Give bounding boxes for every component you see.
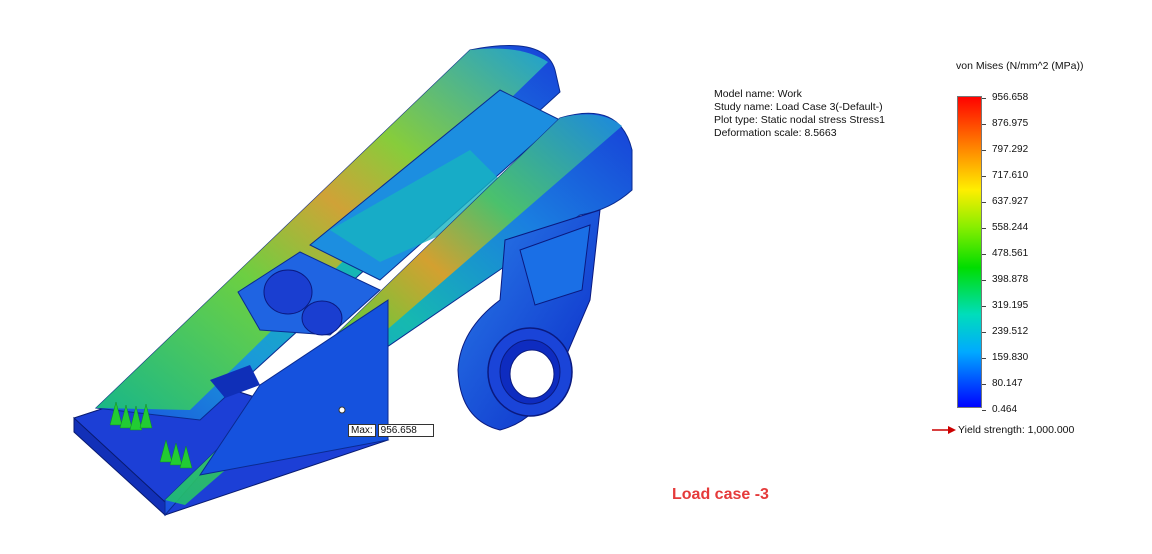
colorbar-tick-label: 876.975	[992, 118, 1029, 129]
yield-strength-label: Yield strength: 1,000.000	[958, 424, 1075, 436]
colorbar	[957, 96, 982, 408]
colorbar-tick-mark	[982, 410, 986, 411]
colorbar-tick-label: 637.927	[992, 196, 1029, 207]
model-info: Model name: Work Study name: Load Case 3…	[714, 88, 885, 140]
colorbar-tick-label: 558.244	[992, 222, 1029, 233]
colorbar-tick-label: 717.610	[992, 170, 1029, 181]
deformation-scale: Deformation scale: 8.5663	[714, 127, 837, 139]
colorbar-tick-label: 797.292	[992, 144, 1029, 155]
colorbar-tick-label: 478.561	[992, 248, 1029, 259]
max-point-marker	[338, 406, 346, 414]
colorbar-tick-mark	[982, 306, 986, 307]
model-name: Model name: Work	[714, 88, 802, 100]
colorbar-tick-mark	[982, 98, 986, 99]
colorbar-tick-mark	[982, 254, 986, 255]
colorbar-tick-mark	[982, 332, 986, 333]
colorbar-tick-label: 80.147	[992, 378, 1023, 389]
colorbar-tick-label: 0.464	[992, 404, 1018, 415]
colorbar-tick-mark	[982, 150, 986, 151]
colorbar-tick-label: 239.512	[992, 326, 1029, 337]
colorbar-tick-label: 319.195	[992, 300, 1029, 311]
colorbar-tick-mark	[982, 202, 986, 203]
legend-title: von Mises (N/mm^2 (MPa))	[956, 60, 1084, 72]
yield-strength-indicator: Yield strength: 1,000.000	[932, 424, 1074, 436]
colorbar-tick-mark	[982, 124, 986, 125]
colorbar-tick-mark	[982, 384, 986, 385]
colorbar-tick-mark	[982, 176, 986, 177]
colorbar-tick-label: 159.830	[992, 352, 1029, 363]
colorbar-tick-label: 398.878	[992, 274, 1029, 285]
study-name: Study name: Load Case 3(-Default-)	[714, 101, 883, 113]
colorbar-tick-label: 956.658	[992, 92, 1029, 103]
max-tag: Max:	[348, 424, 376, 437]
colorbar-tick-mark	[982, 358, 986, 359]
yield-arrow-icon	[932, 426, 956, 435]
colorbar-tick-mark	[982, 228, 986, 229]
colorbar-tick-mark	[982, 280, 986, 281]
plot-type: Plot type: Static nodal stress Stress1	[714, 114, 885, 126]
max-stress-label: Max: 956.658	[348, 424, 434, 437]
load-case-caption: Load case -3	[672, 486, 769, 503]
max-value: 956.658	[377, 424, 434, 437]
